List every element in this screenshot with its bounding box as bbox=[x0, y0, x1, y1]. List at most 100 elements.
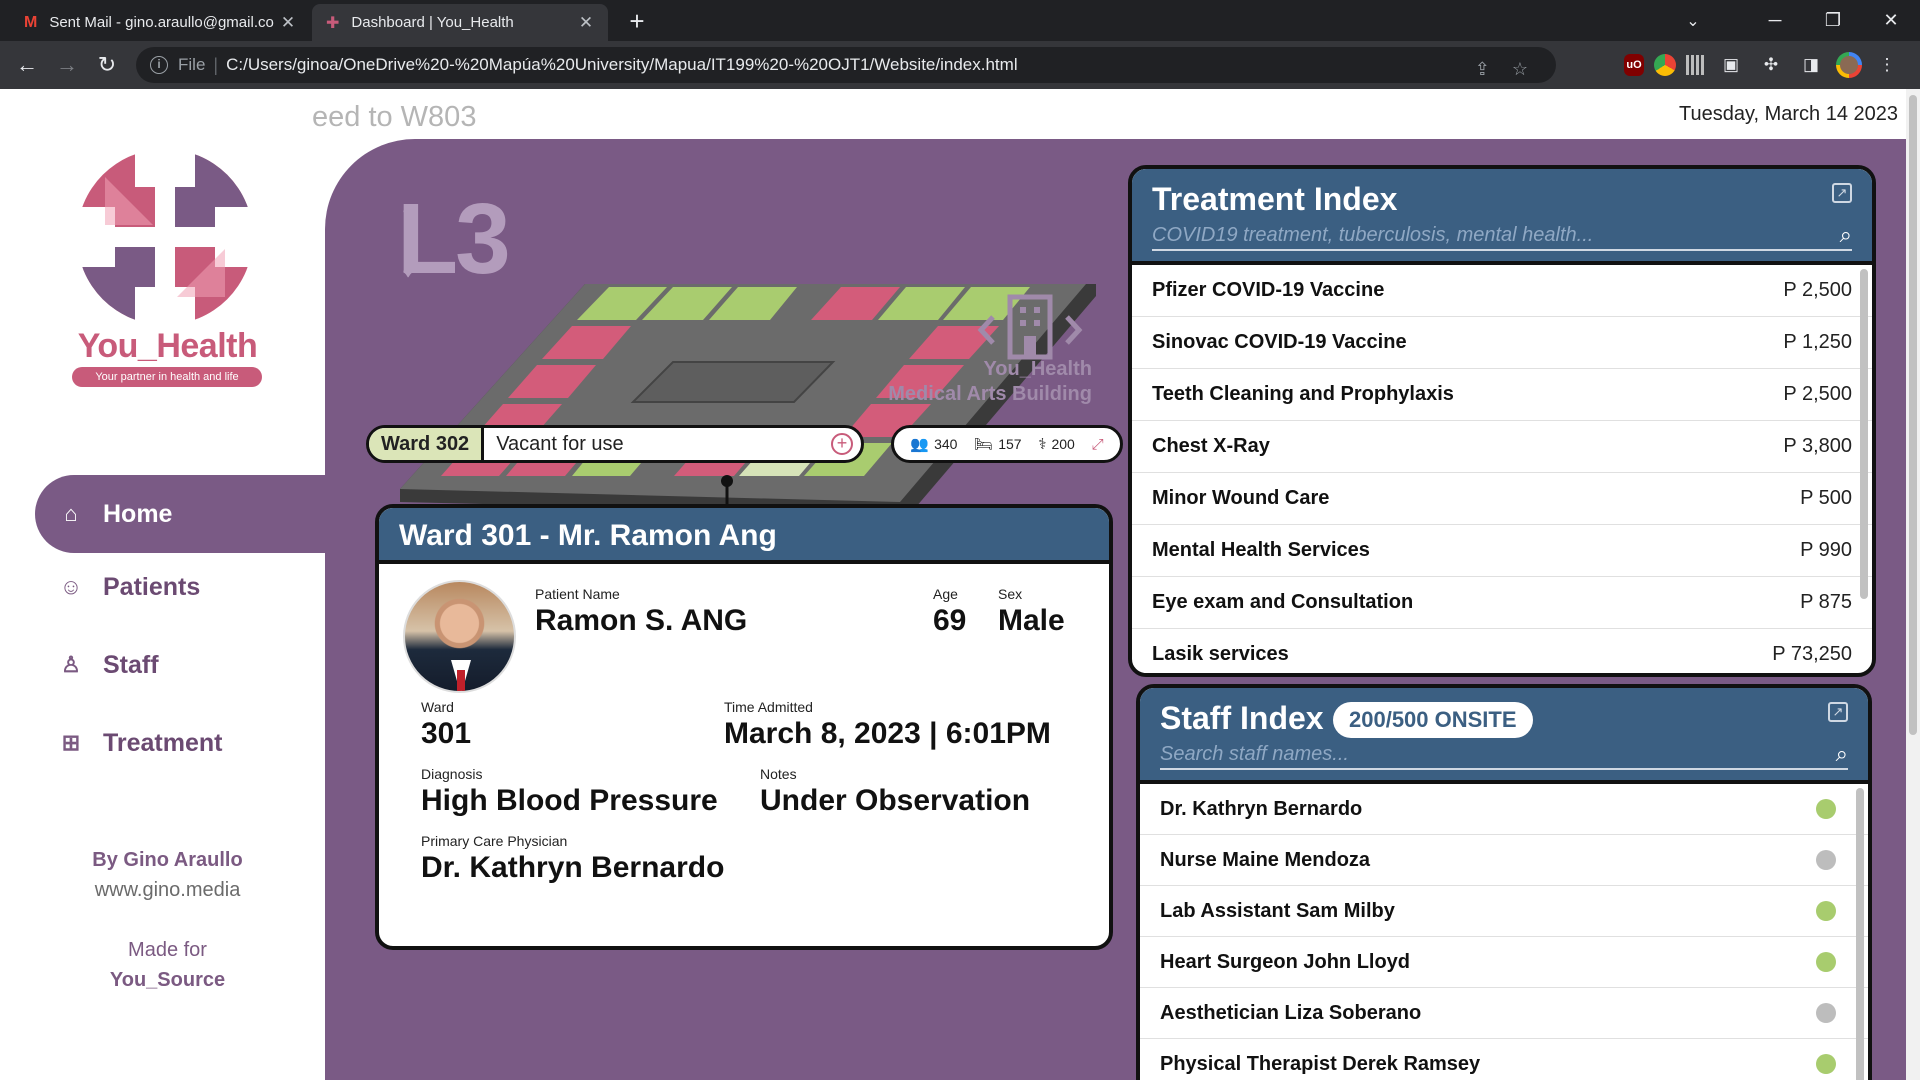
staff-search-input[interactable]: Search staff names... ⌕ bbox=[1160, 740, 1848, 770]
minimize-button[interactable]: ─ bbox=[1746, 0, 1804, 41]
share-icon[interactable]: ⇪ bbox=[1475, 59, 1490, 80]
building-brand: You_Health bbox=[983, 358, 1092, 380]
stat-doctors: ⚕ 200 bbox=[1038, 435, 1074, 453]
patient-physician: Dr. Kathryn Bernardo bbox=[421, 851, 725, 884]
bookmark-star-icon[interactable]: ☆ bbox=[1512, 59, 1528, 80]
new-tab-button[interactable]: + bbox=[622, 6, 652, 36]
ublock-icon[interactable]: uO bbox=[1624, 54, 1644, 76]
nav-item-label: Treatment bbox=[103, 728, 223, 757]
bed-icon: 🛏 bbox=[974, 436, 994, 453]
staff-name: Nurse Maine Mendoza bbox=[1160, 848, 1371, 871]
reload-button[interactable]: ↻ bbox=[92, 50, 122, 80]
nav-item-home[interactable]: ⌂ Home bbox=[35, 475, 325, 553]
browser-tab-gmail[interactable]: M Sent Mail - gino.araullo@gmail.co ✕ bbox=[10, 4, 310, 41]
treatment-search-input[interactable]: COVID19 treatment, tuberculosis, mental … bbox=[1152, 221, 1852, 251]
patient-photo bbox=[403, 580, 516, 693]
you-health-logo bbox=[75, 147, 255, 327]
forward-button[interactable]: → bbox=[52, 50, 82, 80]
selected-ward-tag: Ward 302 bbox=[369, 428, 485, 460]
side-panel-icon[interactable]: ◨ bbox=[1796, 50, 1826, 80]
window-controls: ⌄ ─ ❐ ✕ bbox=[1664, 0, 1920, 41]
staff-row[interactable]: Nurse Maine Mendoza bbox=[1140, 835, 1868, 886]
treatment-row[interactable]: Eye exam and Consultation P 875 bbox=[1132, 577, 1872, 629]
staff-index-panel: Staff Index 200/500 ONSITE ↗ Search staf… bbox=[1136, 684, 1872, 1080]
extension-color-icon[interactable] bbox=[1654, 54, 1676, 76]
treatment-name: Pfizer COVID-19 Vaccine bbox=[1152, 279, 1385, 301]
stat-people: 👥 340 bbox=[910, 435, 957, 453]
credit-made-for-label: Made for bbox=[128, 939, 207, 961]
status-dot-icon bbox=[1816, 901, 1836, 921]
label-diagnosis: Diagnosis bbox=[421, 766, 483, 782]
credit-website[interactable]: www.gino.media bbox=[0, 879, 335, 902]
restore-button[interactable]: ❐ bbox=[1804, 0, 1862, 41]
add-circle-icon[interactable]: + bbox=[831, 433, 853, 455]
treatment-row[interactable]: Minor Wound Care P 500 bbox=[1132, 473, 1872, 525]
medicine-icon: ⊞ bbox=[61, 730, 81, 755]
open-external-icon[interactable]: ↗ bbox=[1828, 702, 1848, 722]
staff-row[interactable]: Physical Therapist Derek Ramsey bbox=[1140, 1039, 1868, 1080]
expand-icon[interactable]: ⤢ bbox=[1092, 436, 1104, 453]
nav-item-patients[interactable]: ☺ Patients bbox=[35, 561, 325, 613]
address-bar[interactable]: i File | C:/Users/ginoa/OneDrive%20-%20M… bbox=[136, 47, 1556, 83]
patient-card-title: Ward 301 - Mr. Ramon Ang bbox=[379, 508, 1109, 564]
tab-title: Dashboard | You_Health bbox=[351, 14, 514, 31]
puzzle-extensions-icon[interactable]: ✣ bbox=[1756, 50, 1786, 80]
brand-tagline: Your partner in health and life bbox=[72, 367, 262, 387]
tab-search-icon[interactable]: ⌄ bbox=[1664, 0, 1722, 41]
treatment-row[interactable]: Lasik services P 73,250 bbox=[1132, 629, 1872, 673]
nav-item-staff[interactable]: ♙ Staff bbox=[35, 639, 325, 691]
staff-row[interactable]: Dr. Kathryn Bernardo bbox=[1140, 784, 1868, 835]
page-scrollbar-thumb[interactable] bbox=[1909, 95, 1917, 735]
treatment-row[interactable]: Pfizer COVID-19 Vaccine P 2,500 bbox=[1132, 265, 1872, 317]
staff-row[interactable]: Lab Assistant Sam Milby bbox=[1140, 886, 1868, 937]
url-text[interactable]: C:/Users/ginoa/OneDrive%20-%20Mapúa%20Un… bbox=[226, 55, 1018, 75]
extensions-area: uO ▣ ✣ ◨ ⋮ bbox=[1624, 50, 1920, 80]
treatment-row[interactable]: Mental Health Services P 990 bbox=[1132, 525, 1872, 577]
media-icon[interactable]: ▣ bbox=[1716, 50, 1746, 80]
staff-name: Physical Therapist Derek Ramsey bbox=[1160, 1052, 1481, 1075]
stat-value: 340 bbox=[934, 436, 958, 452]
treatment-price: P 875 bbox=[1800, 591, 1852, 613]
nav-item-label: Staff bbox=[103, 650, 159, 679]
treatment-scrollbar[interactable] bbox=[1860, 269, 1868, 599]
page-viewport: You_Health Your partner in health and li… bbox=[0, 89, 1920, 1080]
sidebar: You_Health Your partner in health and li… bbox=[0, 89, 325, 1080]
selected-ward-bar[interactable]: Ward 302 Vacant for use + bbox=[366, 425, 864, 463]
nav-item-treatment[interactable]: ⊞ Treatment bbox=[35, 717, 325, 769]
close-icon[interactable]: ✕ bbox=[280, 13, 296, 33]
treatment-row[interactable]: Chest X-Ray P 3,800 bbox=[1132, 421, 1872, 473]
patient-time-admitted: March 8, 2023 | 6:01PM bbox=[724, 717, 1051, 750]
browser-tab-dashboard[interactable]: ✚ Dashboard | You_Health ✕ bbox=[312, 4, 608, 41]
menu-kebab-icon[interactable]: ⋮ bbox=[1872, 50, 1902, 80]
announcement-marquee: eed to W803 bbox=[312, 101, 477, 133]
search-icon[interactable]: ⌕ bbox=[1836, 741, 1848, 767]
treatment-row[interactable]: Sinovac COVID-19 Vaccine P 1,250 bbox=[1132, 317, 1872, 369]
patient-age: 69 bbox=[933, 604, 967, 637]
info-icon[interactable]: i bbox=[150, 56, 168, 74]
treatment-name: Teeth Cleaning and Prophylaxis bbox=[1152, 383, 1454, 405]
page-scrollbar[interactable] bbox=[1906, 89, 1920, 1080]
back-button[interactable]: ← bbox=[12, 50, 42, 80]
onsite-count-badge: 200/500 ONSITE bbox=[1333, 702, 1533, 738]
current-date: Tuesday, March 14 2023 bbox=[1678, 103, 1898, 125]
patient-sex: Male bbox=[998, 604, 1065, 637]
patient-notes: Under Observation bbox=[760, 784, 1031, 817]
status-dot-icon bbox=[1816, 1054, 1836, 1074]
staff-scrollbar[interactable] bbox=[1856, 788, 1864, 1080]
selected-ward-status: Vacant for use bbox=[496, 432, 624, 455]
close-icon[interactable]: ✕ bbox=[578, 13, 594, 33]
person-icon: ♙ bbox=[61, 652, 81, 677]
stat-value: 157 bbox=[998, 436, 1022, 452]
staff-row[interactable]: Heart Surgeon John Lloyd bbox=[1140, 937, 1868, 988]
profile-avatar[interactable] bbox=[1836, 52, 1862, 78]
treatment-row[interactable]: Teeth Cleaning and Prophylaxis P 2,500 bbox=[1132, 369, 1872, 421]
qr-code-icon[interactable] bbox=[1686, 55, 1706, 75]
search-icon[interactable]: ⌕ bbox=[1840, 222, 1852, 248]
treatment-price: P 990 bbox=[1800, 539, 1852, 561]
patient-name: Ramon S. ANG bbox=[535, 604, 748, 637]
close-window-button[interactable]: ✕ bbox=[1862, 0, 1920, 41]
open-external-icon[interactable]: ↗ bbox=[1832, 183, 1852, 203]
stethoscope-icon: ⚕ bbox=[1038, 436, 1047, 453]
staff-row[interactable]: Aesthetician Liza Soberano bbox=[1140, 988, 1868, 1039]
staff-list: Dr. Kathryn Bernardo Nurse Maine Mendoza L… bbox=[1140, 784, 1868, 1080]
